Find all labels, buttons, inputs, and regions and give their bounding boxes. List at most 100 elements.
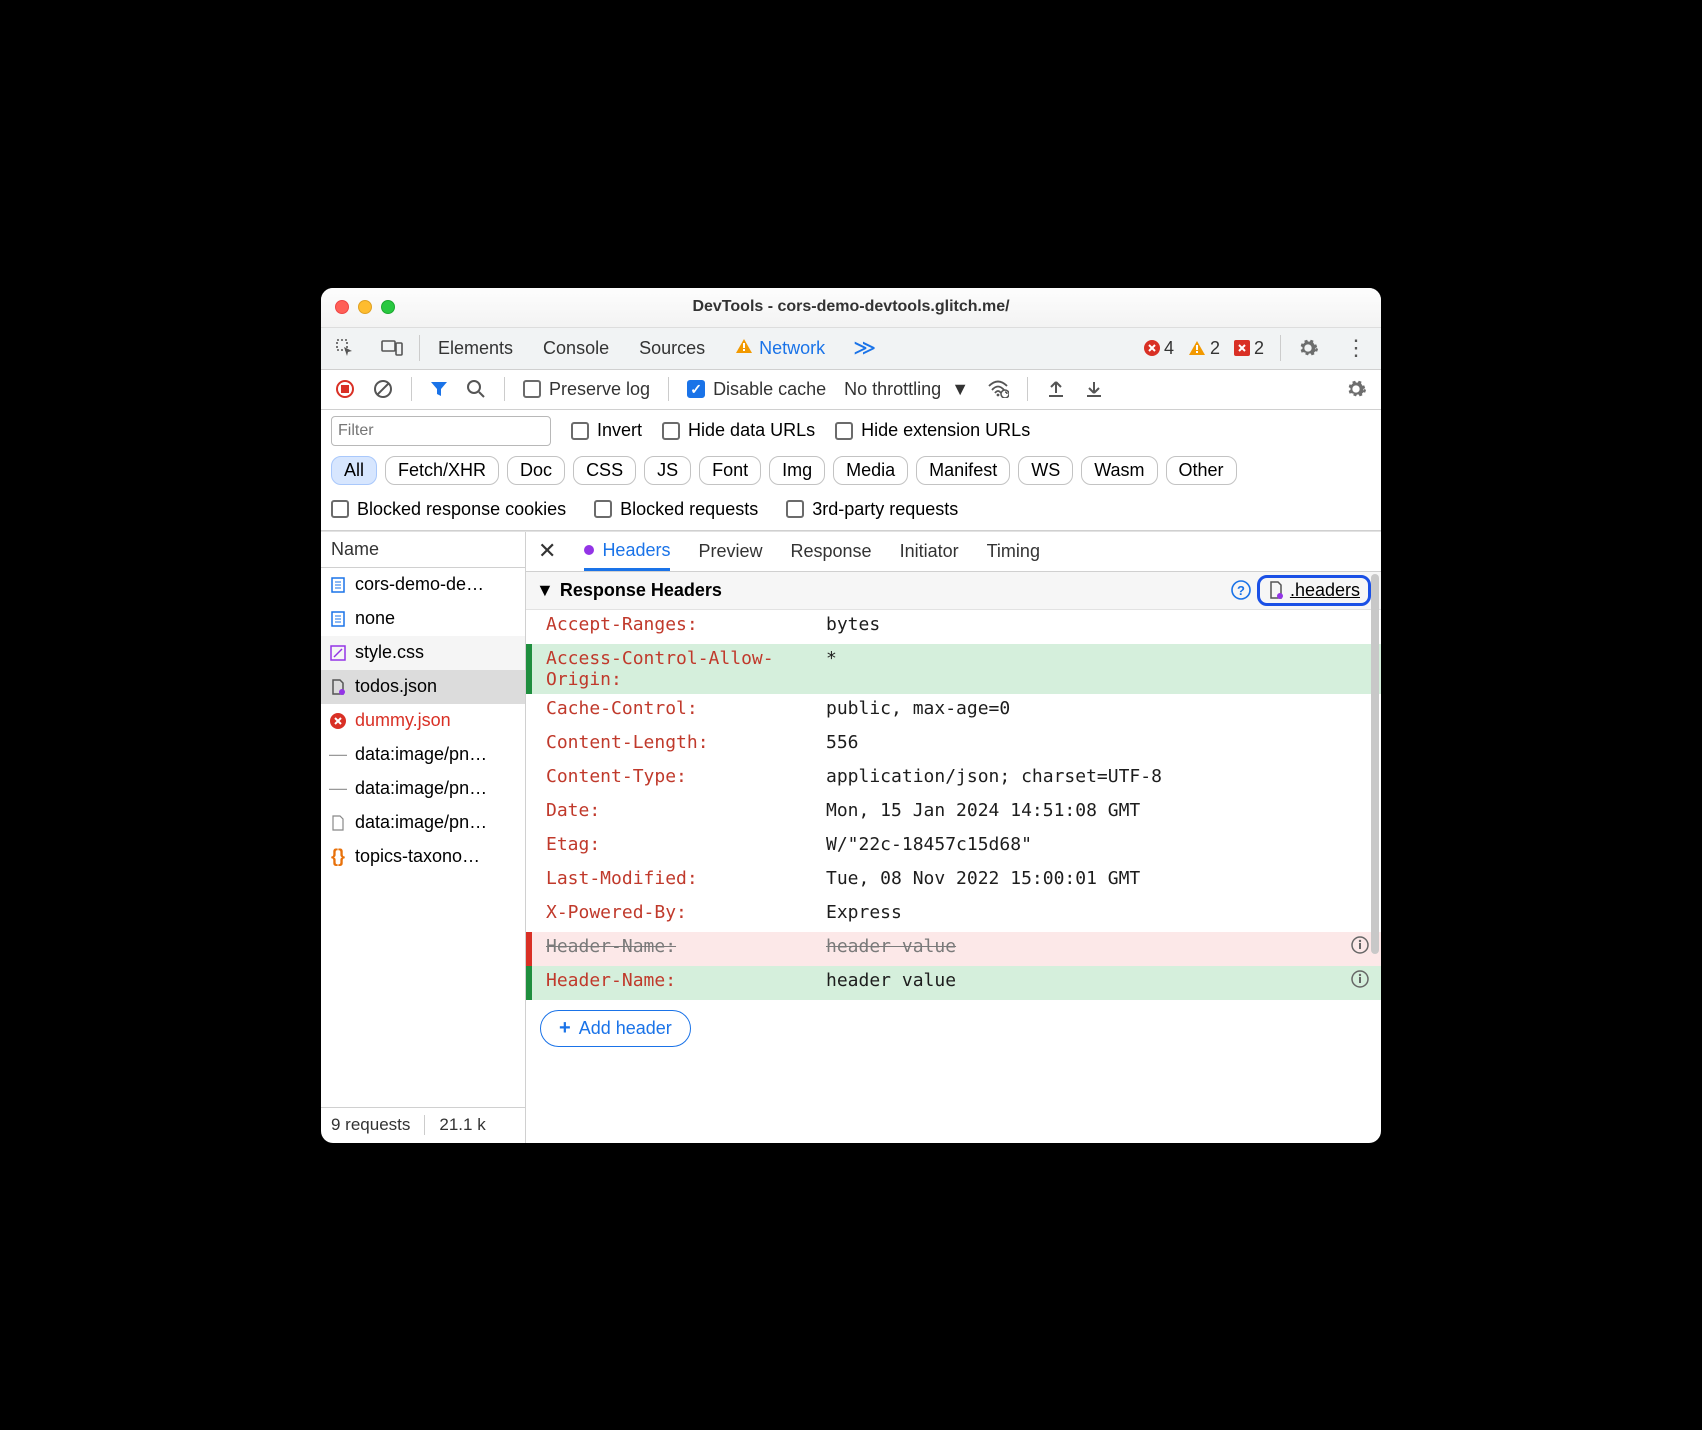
header-row[interactable]: Header-Name:header value [526,966,1381,1000]
header-key: Cache-Control: [546,698,826,719]
file-override-icon [1268,581,1284,599]
network-conditions-icon[interactable] [987,380,1009,398]
panel-settings-icon[interactable] [1345,378,1367,400]
invert-checkbox[interactable]: Invert [571,420,642,441]
tab-elements[interactable]: Elements [436,336,515,361]
header-row[interactable]: Date:Mon, 15 Jan 2024 14:51:08 GMT [526,796,1381,830]
tab-timing[interactable]: Timing [987,532,1040,571]
tab-network[interactable]: Network [733,336,827,361]
more-tabs-icon[interactable]: ≫ [853,335,876,361]
header-value: Tue, 08 Nov 2022 15:00:01 GMT [826,868,1369,889]
hide-extension-urls-checkbox[interactable]: Hide extension URLs [835,420,1030,441]
override-dot-icon [584,545,594,555]
preserve-log-checkbox[interactable]: Preserve log [523,379,650,400]
pill-doc[interactable]: Doc [507,456,565,485]
list-item[interactable]: —data:image/pn… [321,738,525,772]
tab-console[interactable]: Console [541,336,611,361]
blocked-requests-checkbox[interactable]: Blocked requests [594,499,758,520]
info-icon[interactable] [1351,970,1369,988]
list-item[interactable]: data:image/pn… [321,806,525,840]
header-row[interactable]: Content-Length:556 [526,728,1381,762]
inspect-icon[interactable] [335,338,355,358]
minimize-button[interactable] [358,300,372,314]
status-bar: 9 requests 21.1 k [321,1107,525,1143]
tab-sources[interactable]: Sources [637,336,707,361]
response-headers-section[interactable]: ▼ Response Headers ? .headers [526,572,1381,610]
search-icon[interactable] [466,379,486,399]
hide-ext-label: Hide extension URLs [861,420,1030,441]
third-party-label: 3rd-party requests [812,499,958,520]
pill-manifest[interactable]: Manifest [916,456,1010,485]
list-item[interactable]: todos.json [321,670,525,704]
tab-preview[interactable]: Preview [698,532,762,571]
list-item[interactable]: dummy.json [321,704,525,738]
tab-response[interactable]: Response [791,532,872,571]
pill-img[interactable]: Img [769,456,825,485]
list-item[interactable]: style.css [321,636,525,670]
scrollbar-thumb[interactable] [1371,574,1379,954]
file-override-icon [329,679,347,695]
tab-initiator[interactable]: Initiator [900,532,959,571]
record-button[interactable] [335,379,355,399]
upload-har-icon[interactable] [1046,379,1066,399]
third-party-checkbox[interactable]: 3rd-party requests [786,499,958,520]
network-filterbar: Invert Hide data URLs Hide extension URL… [321,410,1381,531]
tab-headers[interactable]: Headers [584,532,670,571]
close-button[interactable] [335,300,349,314]
header-row[interactable]: Content-Type:application/json; charset=U… [526,762,1381,796]
list-item[interactable]: none [321,602,525,636]
header-row[interactable]: Accept-Ranges:bytes [526,610,1381,644]
pill-js[interactable]: JS [644,456,691,485]
kebab-menu-icon[interactable]: ⋮ [1345,335,1367,361]
header-row[interactable]: Access-Control-Allow-Origin:* [526,644,1381,694]
pill-fetch-xhr[interactable]: Fetch/XHR [385,456,499,485]
filter-input[interactable] [331,416,551,446]
header-row[interactable]: Etag:W/"22c-18457c15d68" [526,830,1381,864]
help-icon[interactable]: ? [1231,580,1251,600]
pill-media[interactable]: Media [833,456,908,485]
throttling-label: No throttling [844,379,941,400]
list-item[interactable]: cors-demo-de… [321,568,525,602]
list-item-label: none [355,608,395,629]
pill-css[interactable]: CSS [573,456,636,485]
request-list-panel: Name cors-demo-de… none style.css todos.… [321,532,526,1143]
warning-icon [735,338,753,354]
issue-badges: 4 2 2 [1144,338,1264,359]
pill-other[interactable]: Other [1166,456,1237,485]
pill-all[interactable]: All [331,456,377,485]
hide-data-urls-checkbox[interactable]: Hide data URLs [662,420,815,441]
pill-font[interactable]: Font [699,456,761,485]
hide-data-label: Hide data URLs [688,420,815,441]
header-row[interactable]: Header-Name:header value [526,932,1381,966]
header-row[interactable]: X-Powered-By:Express [526,898,1381,932]
list-item-label: topics-taxono… [355,846,480,867]
throttling-select[interactable]: No throttling ▼ [844,379,969,400]
header-row[interactable]: Cache-Control:public, max-age=0 [526,694,1381,728]
maximize-button[interactable] [381,300,395,314]
network-toolbar: Preserve log Disable cache No throttling… [321,370,1381,410]
issue-count[interactable]: 2 [1234,338,1264,359]
header-row[interactable]: Last-Modified:Tue, 08 Nov 2022 15:00:01 … [526,864,1381,898]
device-toggle-icon[interactable] [381,339,403,357]
list-item[interactable]: —data:image/pn… [321,772,525,806]
settings-icon[interactable] [1297,337,1319,359]
warning-count[interactable]: 2 [1188,338,1220,359]
name-column-header[interactable]: Name [321,532,525,568]
headers-override-link[interactable]: .headers [1257,575,1371,606]
add-header-button[interactable]: +Add header [540,1010,691,1047]
header-value: * [826,648,1369,669]
request-list: cors-demo-de… none style.css todos.json … [321,568,525,1107]
error-count[interactable]: 4 [1144,338,1174,359]
pill-wasm[interactable]: Wasm [1081,456,1157,485]
disable-cache-checkbox[interactable]: Disable cache [687,379,826,400]
svg-text:?: ? [1237,583,1245,598]
header-key: Last-Modified: [546,868,826,889]
filter-icon[interactable] [430,380,448,398]
clear-button[interactable] [373,379,393,399]
close-detail-icon[interactable]: ✕ [538,538,556,564]
info-icon[interactable] [1351,936,1369,954]
pill-ws[interactable]: WS [1018,456,1073,485]
download-har-icon[interactable] [1084,379,1104,399]
list-item[interactable]: {}topics-taxono… [321,840,525,874]
blocked-cookies-checkbox[interactable]: Blocked response cookies [331,499,566,520]
